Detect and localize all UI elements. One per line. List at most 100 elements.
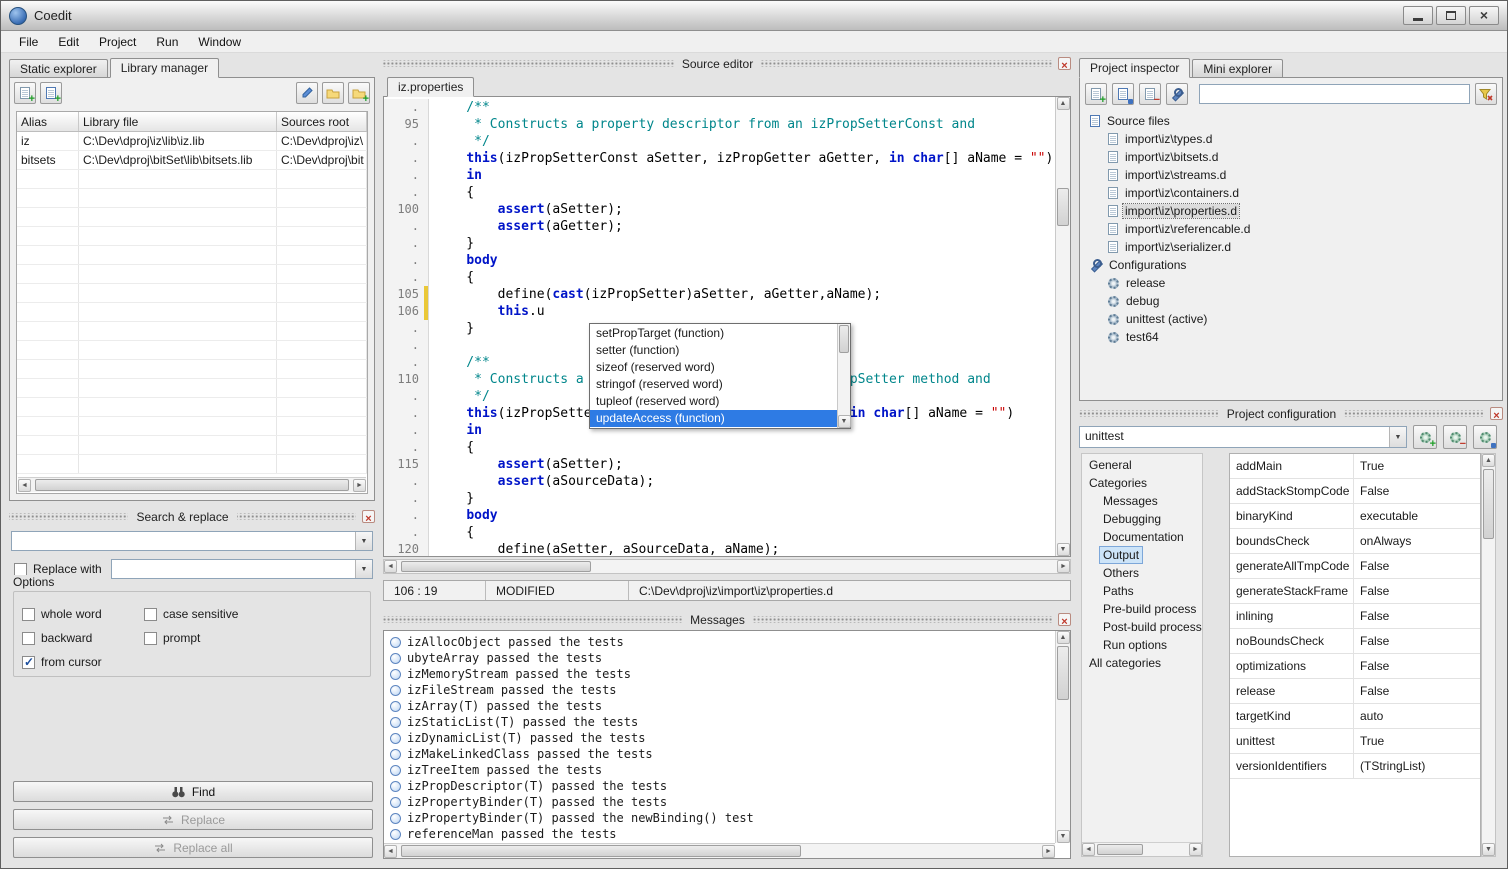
category-documentation[interactable]: Documentation (1082, 528, 1202, 546)
messages-horizontal-scrollbar[interactable] (384, 843, 1055, 858)
property-row[interactable]: targetKindauto (1230, 704, 1480, 729)
tools-button[interactable] (1166, 83, 1188, 105)
close-panel-button[interactable] (1490, 407, 1503, 420)
completion-item[interactable]: stringof (reserved word) (590, 376, 837, 393)
message-row[interactable]: izMakeLinkedClass passed the tests (386, 746, 1054, 762)
option-whole-word[interactable]: whole word (22, 607, 144, 621)
tree-node-debug[interactable]: debug (1084, 292, 1498, 310)
close-button[interactable] (1469, 6, 1499, 25)
tab-mini-explorer[interactable]: Mini explorer (1192, 59, 1283, 77)
tab-iz-properties[interactable]: iz.properties (387, 77, 474, 97)
library-row[interactable]: bitsetsC:\Dev\dproj\bitSet\lib\bitsets.l… (17, 151, 367, 170)
scroll-left-icon[interactable] (18, 479, 31, 492)
message-row[interactable]: izStaticList(T) passed the tests (386, 714, 1054, 730)
library-row[interactable]: izC:\Dev\dproj\iz\lib\iz.libC:\Dev\dproj… (17, 132, 367, 151)
tree-node-import-iz-streams-d[interactable]: import\iz\streams.d (1084, 166, 1498, 184)
message-row[interactable]: referenceMan passed the tests (386, 826, 1054, 842)
tree-node-import-iz-referencable-d[interactable]: import\iz\referencable.d (1084, 220, 1498, 238)
open-folder-button[interactable] (322, 82, 344, 104)
scroll-down-icon[interactable] (1057, 830, 1070, 843)
menu-edit[interactable]: Edit (48, 32, 89, 52)
library-column-header[interactable]: Sources root (277, 112, 367, 131)
add-source-button[interactable]: − (1139, 83, 1161, 105)
category-categories[interactable]: Categories (1082, 474, 1202, 492)
tree-node-import-iz-serializer-d[interactable]: import\iz\serializer.d (1084, 238, 1498, 256)
property-row[interactable]: binaryKindexecutable (1230, 504, 1480, 529)
scrollbar-track[interactable] (1056, 110, 1070, 543)
tree-node-import-iz-types-d[interactable]: import\iz\types.d (1084, 130, 1498, 148)
property-row[interactable]: versionIdentifiers(TStringList) (1230, 754, 1480, 779)
property-row[interactable]: noBoundsCheckFalse (1230, 629, 1480, 654)
scrollbar-track[interactable] (397, 844, 1042, 858)
dock-grip[interactable] (1079, 410, 1219, 417)
scroll-left-icon[interactable] (1082, 843, 1095, 856)
scroll-down-icon[interactable] (1482, 843, 1495, 856)
message-row[interactable]: ubyteArray passed the tests (386, 650, 1054, 666)
tree-node-release[interactable]: release (1084, 274, 1498, 292)
library-horizontal-scrollbar[interactable] (18, 477, 366, 492)
tree-node-import-iz-bitsets-d[interactable]: import\iz\bitsets.d (1084, 148, 1498, 166)
tree-node-import-iz-containers-d[interactable]: import\iz\containers.d (1084, 184, 1498, 202)
message-row[interactable]: izPropDescriptor(T) passed the tests (386, 778, 1054, 794)
filter-input[interactable] (1199, 84, 1470, 104)
replace-with-checkbox[interactable] (14, 563, 27, 576)
category-output[interactable]: Output (1082, 546, 1202, 564)
completion-item[interactable]: tupleof (reserved word) (590, 393, 837, 410)
scrollbar-track[interactable] (397, 560, 1057, 573)
clone-configuration-button[interactable] (1473, 425, 1497, 449)
scrollbar-thumb[interactable] (839, 325, 849, 353)
scrollbar-track[interactable] (1056, 644, 1070, 830)
scroll-right-icon[interactable] (1042, 845, 1055, 858)
dock-grip[interactable] (383, 616, 682, 623)
scroll-right-icon[interactable] (353, 479, 366, 492)
tree-node-configurations[interactable]: Configurations (1084, 256, 1498, 274)
tab-library-manager[interactable]: Library manager (110, 58, 219, 78)
tree-node-test64[interactable]: test64 (1084, 328, 1498, 346)
property-row[interactable]: inliningFalse (1230, 604, 1480, 629)
property-row[interactable]: generateStackFrameFalse (1230, 579, 1480, 604)
message-row[interactable]: izFileStream passed the tests (386, 682, 1054, 698)
property-row[interactable]: unittestTrue (1230, 729, 1480, 754)
scrollbar-track[interactable] (1482, 467, 1495, 843)
category-others[interactable]: Others (1082, 564, 1202, 582)
scroll-up-icon[interactable] (1057, 97, 1070, 110)
tree-node-unittest-active[interactable]: unittest (active) (1084, 310, 1498, 328)
checkbox-icon[interactable] (22, 608, 35, 621)
completion-item[interactable]: setPropTarget (function) (590, 325, 837, 342)
scrollbar-thumb[interactable] (1057, 188, 1069, 226)
add-configuration-button[interactable]: + (1413, 425, 1437, 449)
property-row[interactable]: addStackStompCodeFalse (1230, 479, 1480, 504)
editor-vertical-scrollbar[interactable] (1055, 97, 1070, 556)
categories-horizontal-scrollbar[interactable] (1082, 842, 1202, 856)
scrollbar-track[interactable] (838, 324, 850, 415)
message-row[interactable]: izDynamicList(T) passed the tests (386, 730, 1054, 746)
tree-node-import-iz-properties-d[interactable]: import\iz\properties.d (1084, 202, 1498, 220)
new-source-button[interactable]: + (1085, 83, 1107, 105)
edit-library-button[interactable] (296, 82, 318, 104)
tree-node-source-files[interactable]: Source files (1084, 112, 1498, 130)
property-grid-scrollbar[interactable] (1481, 453, 1496, 857)
category-debugging[interactable]: Debugging (1082, 510, 1202, 528)
category-general[interactable]: General (1082, 456, 1202, 474)
library-column-header[interactable]: Library file (79, 112, 277, 131)
menu-run[interactable]: Run (146, 32, 188, 52)
message-row[interactable]: izArray(T) passed the tests (386, 698, 1054, 714)
scrollbar-track[interactable] (31, 478, 353, 492)
dock-grip[interactable] (237, 513, 356, 520)
property-row[interactable]: releaseFalse (1230, 679, 1480, 704)
scroll-right-icon[interactable] (1189, 843, 1202, 856)
add-folder-button[interactable]: + (348, 82, 370, 104)
message-row[interactable]: izPropertyBinder(T) passed the tests (386, 794, 1054, 810)
category-paths[interactable]: Paths (1082, 582, 1202, 600)
close-panel-button[interactable] (362, 510, 375, 523)
remove-configuration-button[interactable]: − (1443, 425, 1467, 449)
find-button[interactable]: Find (13, 781, 373, 802)
chevron-down-icon[interactable] (355, 560, 372, 578)
menu-project[interactable]: Project (89, 32, 146, 52)
completion-item[interactable]: sizeof (reserved word) (590, 359, 837, 376)
option-backward[interactable]: backward (22, 631, 144, 645)
scrollbar-thumb[interactable] (1057, 646, 1069, 700)
tab-static-explorer[interactable]: Static explorer (9, 59, 108, 77)
code-editor[interactable]: . /**95 * Constructs a property descript… (383, 96, 1071, 557)
completion-item[interactable]: updateAccess (function) (590, 410, 837, 427)
